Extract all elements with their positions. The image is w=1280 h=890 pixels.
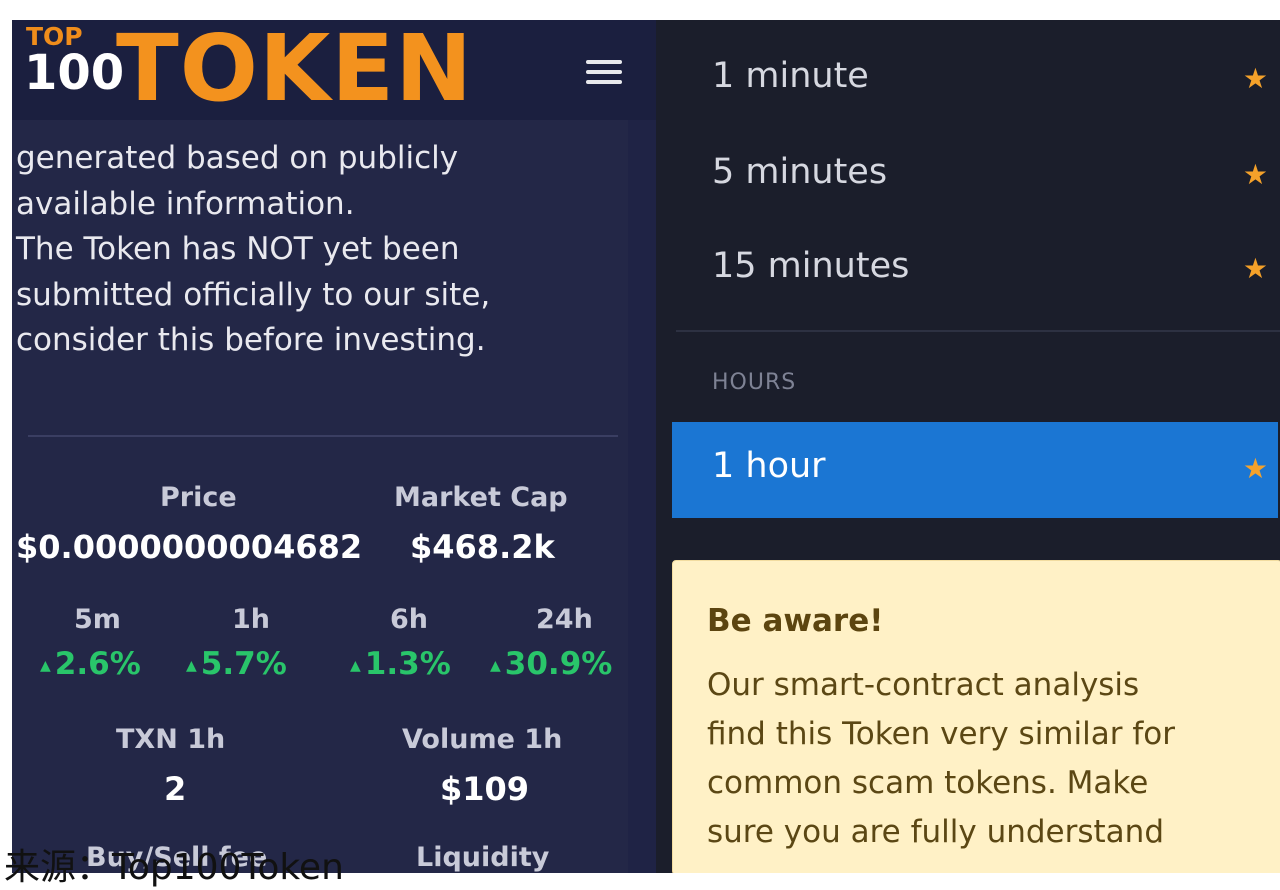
change-value-6h: ▲ 1.3% — [350, 646, 451, 682]
scam-warning-box: Be aware! Our smart-contract analysis fi… — [672, 560, 1280, 873]
up-arrow-icon: ▲ — [40, 657, 51, 674]
timeframe-menu: 1 minute ★ 5 minutes ★ 15 minutes ★ HOUR… — [656, 20, 1280, 873]
star-icon[interactable]: ★ — [1243, 158, 1268, 191]
star-icon[interactable]: ★ — [1243, 252, 1268, 285]
hamburger-icon[interactable] — [586, 60, 622, 86]
timeframe-label: 15 minutes — [712, 246, 910, 286]
timeframe-label: 1 minute — [712, 56, 869, 96]
volume-label: Volume 1h — [402, 724, 563, 755]
liquidity-label: Liquidity — [416, 842, 550, 873]
star-icon[interactable]: ★ — [1243, 452, 1268, 485]
logo-number-text: 100 — [24, 45, 125, 101]
change-label-1h: 1h — [232, 604, 271, 635]
change-label-24h: 24h — [536, 604, 593, 635]
price-label: Price — [160, 482, 237, 513]
up-arrow-icon: ▲ — [490, 657, 501, 674]
timeframe-1-minute[interactable]: 1 minute ★ — [672, 32, 1278, 124]
txn-value: 2 — [164, 770, 187, 808]
notice-line: generated based on publicly — [16, 140, 459, 176]
timeframe-label: 5 minutes — [712, 152, 888, 192]
menu-divider — [676, 330, 1280, 332]
warning-line: find this Token very similar for — [707, 716, 1175, 752]
timeframe-label: 1 hour — [712, 446, 826, 486]
notice-line: The Token has NOT yet been — [16, 231, 460, 267]
market-cap-value: $468.2k — [410, 528, 555, 566]
warning-line: Our smart-contract analysis — [707, 667, 1140, 703]
notice-line: consider this before investing. — [16, 322, 486, 358]
change-value-1h: ▲ 5.7% — [186, 646, 287, 682]
change-value-5m: ▲ 2.6% — [40, 646, 141, 682]
hours-heading: HOURS — [712, 370, 797, 395]
source-watermark: 来源：Top100Token — [4, 847, 344, 888]
change-label-5m: 5m — [74, 604, 121, 635]
left-panel: TOP 100 TOKEN generated based on publicl… — [12, 20, 656, 873]
token-info-panel: generated based on publicly available in… — [12, 120, 628, 873]
warning-line: sure you are fully understand — [707, 814, 1164, 850]
warning-line: common scam tokens. Make — [707, 765, 1149, 801]
market-cap-label: Market Cap — [394, 482, 568, 513]
notice-line: submitted officially to our site, — [16, 276, 491, 313]
data-source-notice: generated based on publicly available in… — [16, 136, 622, 364]
txn-label: TXN 1h — [116, 724, 226, 755]
notice-line: available information. — [16, 185, 355, 222]
timeframe-5-minutes[interactable]: 5 minutes ★ — [672, 128, 1278, 220]
up-arrow-icon: ▲ — [350, 657, 361, 674]
logo-word-text: TOKEN — [116, 20, 474, 122]
price-value: $0.0000000004682 — [16, 528, 363, 566]
site-header: TOP 100 TOKEN — [12, 20, 656, 122]
change-value-24h: ▲ 30.9% — [490, 646, 613, 682]
timeframe-15-minutes[interactable]: 15 minutes ★ — [672, 222, 1278, 314]
volume-value: $109 — [440, 770, 530, 808]
change-label-6h: 6h — [390, 604, 429, 635]
timeframe-1-hour[interactable]: 1 hour ★ — [672, 422, 1278, 518]
warning-title: Be aware! — [707, 603, 884, 639]
warning-text: Our smart-contract analysis find this To… — [707, 661, 1267, 857]
star-icon[interactable]: ★ — [1243, 62, 1268, 95]
section-divider — [28, 435, 618, 437]
up-arrow-icon: ▲ — [186, 657, 197, 674]
